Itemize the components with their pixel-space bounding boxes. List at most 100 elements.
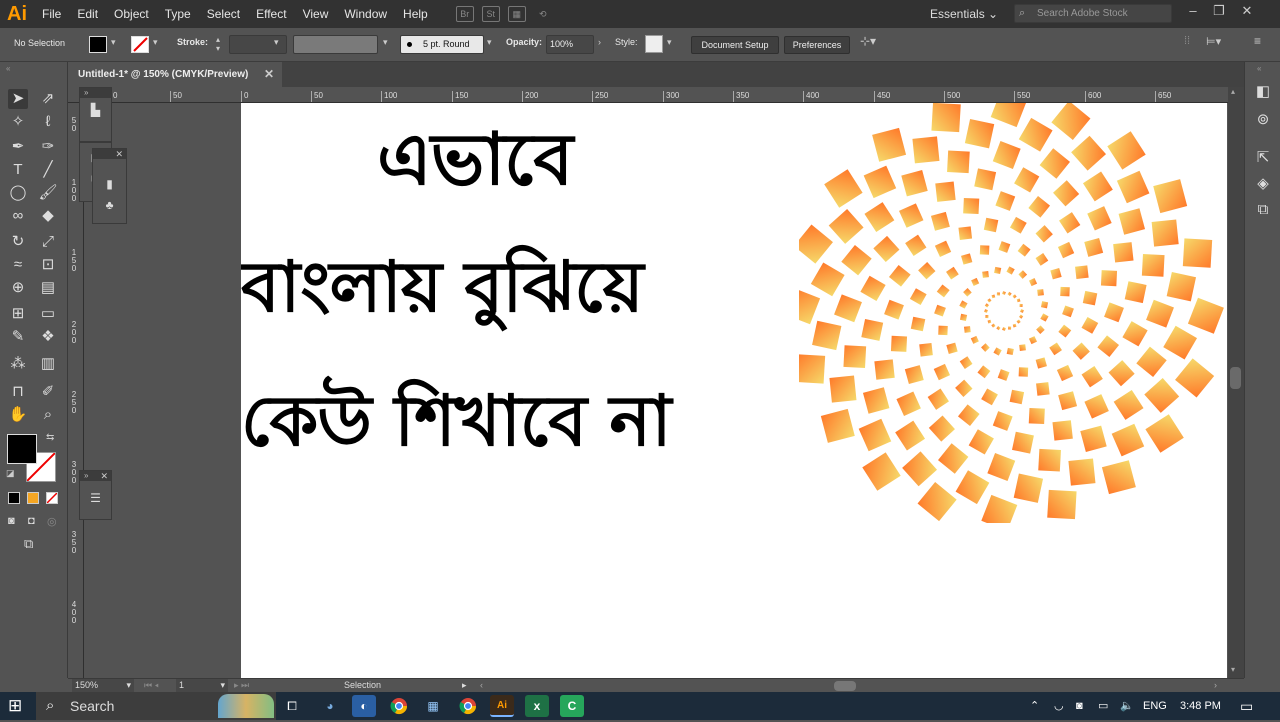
chrome-icon-2[interactable] [456, 695, 480, 717]
export-icon[interactable]: ⇱ [1253, 148, 1273, 168]
perspective-grid-tool-icon[interactable]: ▤ [38, 278, 58, 298]
pen-tool-icon[interactable]: ✒ [8, 137, 28, 157]
restore-button[interactable]: ❐ [1206, 0, 1232, 24]
draw-normal-icon[interactable]: ◙ [8, 515, 15, 527]
document-tab[interactable]: Untitled-1* @ 150% (CMYK/Preview) ✕ [68, 62, 282, 87]
align-icon[interactable]: ⁞⁞ [1184, 35, 1190, 47]
workspace-switcher[interactable]: Essentials ⌄ [930, 0, 998, 28]
scroll-right-icon[interactable]: › [1214, 679, 1217, 692]
artboard[interactable]: এভাবে বাংলায় বুঝিয়ে কেউ শিখাবে না [241, 103, 1227, 678]
hand-tool-icon[interactable]: ✋ [8, 405, 28, 425]
scroll-up-icon[interactable]: ▴ [1231, 87, 1235, 96]
menu-object[interactable]: Object [106, 0, 157, 28]
expand-panels-icon[interactable]: « [1257, 64, 1261, 73]
rotate-tool-icon[interactable]: ↻ [8, 232, 28, 252]
chevron-down-icon[interactable]: ▾ [667, 37, 672, 48]
brush-definition-field[interactable]: 5 pt. Round [400, 35, 484, 54]
scale-tool-icon[interactable]: ⤢ [38, 232, 58, 252]
stock-search-input[interactable]: ⌕ Search Adobe Stock [1014, 4, 1172, 23]
shape-builder-tool-icon[interactable]: ⊕ [8, 278, 28, 298]
scroll-down-icon[interactable]: ▾ [1231, 665, 1235, 674]
slice-tool-icon[interactable]: ✐ [38, 382, 58, 402]
first-artboard-icon[interactable]: ⏮ ◂ [144, 679, 159, 692]
opacity-field[interactable]: 100% [546, 35, 594, 54]
language-indicator[interactable]: ENG [1143, 692, 1167, 720]
vertical-scroll-thumb[interactable] [1230, 367, 1241, 389]
chevron-down-icon[interactable]: ▾ [487, 37, 492, 48]
menu-help[interactable]: Help [395, 0, 436, 28]
free-transform-tool-icon[interactable]: ⊡ [38, 255, 58, 275]
volume-icon[interactable]: 🔈 [1120, 692, 1134, 720]
status-menu-icon[interactable]: ▸ [462, 679, 467, 692]
fill-color-front[interactable] [7, 434, 37, 464]
text-line-2[interactable]: বাংলায় বুঝিয়ে [241, 239, 644, 335]
lasso-tool-icon[interactable]: ℓ [38, 112, 58, 132]
chevron-right-icon[interactable]: › [598, 37, 601, 47]
gradient-tool-icon[interactable]: ▭ [38, 304, 58, 324]
stroke-dropdown-icon[interactable]: ▾ [153, 37, 158, 48]
draw-inside-icon[interactable]: ◎ [47, 515, 57, 528]
camtasia-icon[interactable]: C [560, 695, 584, 717]
draw-behind-icon[interactable]: ◘ [28, 515, 35, 527]
zoom-field[interactable]: 150% ▾ [72, 679, 134, 692]
paintbrush-tool-icon[interactable]: 🖌 [38, 183, 58, 203]
layers-icon[interactable]: ▮ [101, 175, 119, 193]
gpu-performance-icon[interactable]: ⟲ [534, 6, 552, 22]
windows-start-icon[interactable]: ⊞ [8, 696, 22, 716]
gradient-mode-icon[interactable] [27, 492, 39, 504]
panel-header[interactable]: » [80, 88, 111, 98]
close-icon[interactable]: ✕ [115, 149, 123, 159]
excel-icon[interactable]: x [525, 695, 549, 717]
bridge-button[interactable]: Br [455, 6, 474, 22]
stroke-stepper[interactable]: ▴ ▾ [216, 35, 220, 53]
style-swatch[interactable] [645, 35, 663, 53]
spiral-artwork[interactable] [799, 103, 1227, 523]
text-line-3[interactable]: কেউ শিখাবে না [241, 373, 672, 469]
clock[interactable]: 3:48 PM [1180, 692, 1221, 720]
magic-wand-tool-icon[interactable]: ✧ [8, 112, 28, 132]
direct-selection-tool-icon[interactable]: ⇗ [38, 89, 58, 109]
minimize-button[interactable]: – [1180, 0, 1206, 24]
menu-select[interactable]: Select [199, 0, 248, 28]
task-view-icon[interactable]: ⧠ [280, 695, 304, 717]
swap-colors-icon[interactable]: ⇆ [46, 432, 54, 443]
column-graph-tool-icon[interactable]: ▥ [38, 354, 58, 374]
show-hidden-icons[interactable]: ⌃ [1030, 692, 1039, 720]
scroll-left-icon[interactable]: ‹ [480, 679, 483, 692]
panel-header[interactable]: ✕ [93, 149, 126, 159]
menu-effect[interactable]: Effect [248, 0, 294, 28]
camera-icon[interactable]: ◙ [1076, 692, 1083, 720]
blend-tool-icon[interactable]: ❖ [38, 327, 58, 347]
curvature-tool-icon[interactable]: ✑ [38, 137, 58, 157]
preferences-button[interactable]: Preferences [784, 36, 850, 54]
horizontal-scroll-thumb[interactable] [834, 681, 856, 691]
chevron-down-icon[interactable]: ▾ [274, 37, 279, 48]
artboards-icon[interactable]: ⧉ [1253, 200, 1273, 220]
artboard-field[interactable]: 1 ▾ [176, 679, 228, 692]
menu-type[interactable]: Type [157, 0, 199, 28]
fill-swatch[interactable] [89, 36, 107, 53]
artboard-tool-icon[interactable]: ⊓ [8, 382, 28, 402]
variable-width-profile[interactable] [293, 35, 378, 54]
illustrator-taskbar-icon[interactable]: Ai [490, 695, 514, 717]
arrange-documents-icon[interactable]: ▦ [507, 6, 526, 22]
shaper-tool-icon[interactable]: ∞ [8, 206, 28, 226]
network-icon[interactable]: ◡ [1054, 692, 1064, 720]
fill-dropdown-icon[interactable]: ▾ [111, 37, 116, 48]
chevron-down-icon[interactable]: ▾ [383, 37, 388, 48]
eraser-tool-icon[interactable]: ◆ [38, 206, 58, 226]
panel-header[interactable]: » ✕ [80, 471, 111, 481]
symbol-sprayer-tool-icon[interactable]: ⁂ [8, 354, 28, 374]
close-icon[interactable]: ✕ [264, 62, 274, 87]
eyedropper-tool-icon[interactable]: ✎ [8, 327, 28, 347]
none-mode-icon[interactable] [46, 492, 58, 504]
layers-icon[interactable]: ◈ [1253, 174, 1273, 194]
warp-tool-icon[interactable]: ≈ [8, 255, 28, 275]
screen-mode-icon[interactable]: ⧉ [24, 536, 33, 552]
text-line-1[interactable]: এভাবে [377, 111, 573, 207]
color-guide-icon[interactable]: ◧ [1253, 82, 1273, 102]
align-icon[interactable]: ▙ [87, 101, 105, 119]
document-setup-button[interactable]: Document Setup [691, 36, 779, 54]
symbols-icon[interactable]: ♣ [101, 196, 119, 214]
photos-icon[interactable]: ◐ [352, 695, 376, 717]
